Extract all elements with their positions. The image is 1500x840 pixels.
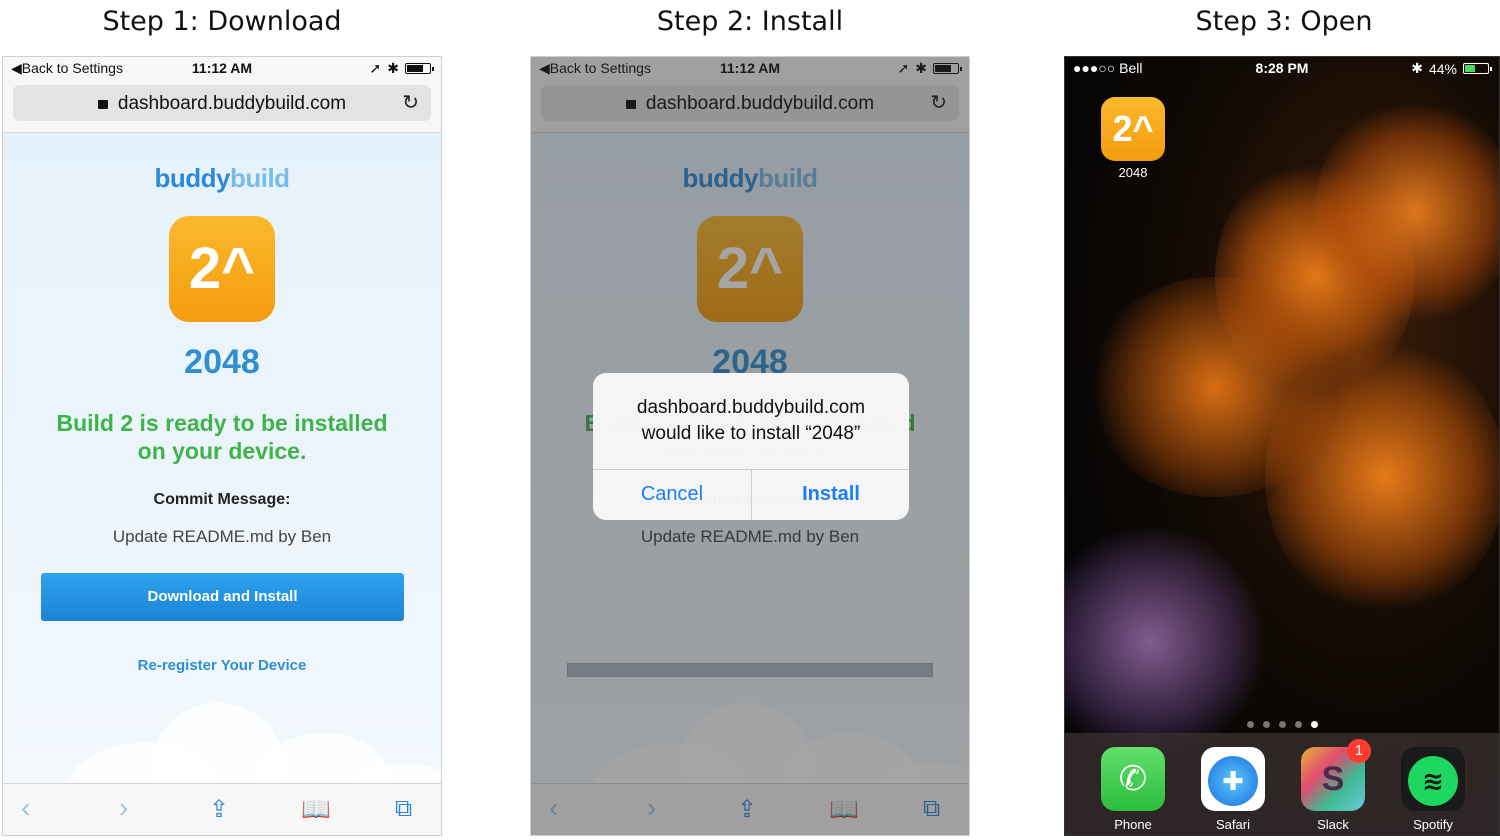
page-dot: [1295, 721, 1302, 728]
battery-icon: [405, 63, 434, 74]
page-dot: [1279, 721, 1286, 728]
wallpaper-flowers: [1315, 97, 1499, 327]
step-1-title: Step 1: Download: [102, 6, 342, 37]
slack-icon: S1: [1301, 739, 1371, 811]
bookmarks-icon[interactable]: 📖: [301, 795, 331, 824]
install-button[interactable]: Install: [752, 469, 909, 520]
phone-step-1: ◀Back to Settings 11:12 AM ➚ ✱ dashboard…: [2, 56, 442, 836]
page-dot-active: [1311, 721, 1318, 728]
app-label: 2048: [1118, 165, 1148, 180]
commit-label: Commit Message:: [153, 491, 291, 508]
cancel-button[interactable]: Cancel: [593, 469, 751, 520]
page-dot: [1263, 721, 1270, 728]
web-content: buddybuild 2^ 2048 Build 2 is ready to b…: [3, 133, 441, 783]
page-dot: [1247, 721, 1254, 728]
battery-percent: 44%: [1428, 60, 1457, 77]
app-icon: 2^: [1101, 97, 1165, 161]
dock: ✆ Phone ✚ Safari S1 Slack ≋ Spotify: [1065, 733, 1499, 835]
alert-message: dashboard.buddybuild.com would like to i…: [593, 395, 909, 447]
url-text: dashboard.buddybuild.com: [117, 93, 347, 114]
reload-icon[interactable]: ↻: [402, 90, 419, 115]
notification-badge: 1: [1347, 739, 1371, 763]
phone-step-2: ◀Back to Settings 11:12 AM ➚ ✱ dashboard…: [530, 56, 970, 836]
commit-message: Update README.md by Ben: [112, 527, 332, 546]
location-icon: ➚: [369, 60, 382, 76]
home-screen: ●●●○○ Bell 8:28 PM ✱ 44% 2^ 2048 ✆ Phone: [1065, 57, 1499, 835]
status-icons: ✱ 44%: [1411, 60, 1492, 77]
safari-toolbar: ‹ › ⇪ 📖 ⧉: [3, 783, 441, 835]
buddybuild-logo: buddybuild: [154, 163, 290, 193]
phone-step-3: ●●●○○ Bell 8:28 PM ✱ 44% 2^ 2048 ✆ Phone: [1064, 56, 1500, 836]
ready-message: Build 2 is ready to be installed on your…: [56, 410, 388, 464]
address-bar[interactable]: dashboard.buddybuild.com ↻: [13, 85, 431, 121]
safari-top-bar: ◀Back to Settings 11:12 AM ➚ ✱ dashboard…: [3, 57, 441, 133]
battery-icon: [1463, 63, 1492, 74]
share-icon[interactable]: ⇪: [209, 795, 229, 824]
dock-label: Safari: [1216, 817, 1250, 832]
bluetooth-icon: ✱: [1411, 60, 1423, 76]
app-2048-icon[interactable]: 2^ 2048: [1101, 97, 1165, 180]
spotify-icon: ≋: [1401, 747, 1465, 811]
alert-message-line-1: dashboard.buddybuild.com: [636, 397, 866, 418]
lock-icon: [97, 100, 108, 109]
safari-icon: ✚: [1201, 747, 1265, 811]
status-icons: ➚ ✱: [369, 60, 434, 77]
app-icon: 2^: [169, 216, 275, 322]
step-3-title: Step 3: Open: [1195, 6, 1373, 37]
dock-app-safari[interactable]: ✚ Safari: [1201, 747, 1265, 832]
wallpaper-flowers: [1265, 337, 1499, 617]
dock-label: Slack: [1317, 817, 1349, 832]
alert-message-line-2: would like to install “2048”: [641, 423, 861, 444]
bluetooth-icon: ✱: [387, 60, 399, 76]
app-name: 2048: [184, 343, 260, 381]
dock-label: Spotify: [1413, 817, 1453, 832]
tabs-icon[interactable]: ⧉: [395, 795, 412, 823]
status-bar: ●●●○○ Bell 8:28 PM ✱ 44%: [1065, 57, 1499, 81]
step-2-title: Step 2: Install: [656, 6, 844, 37]
dock-app-phone[interactable]: ✆ Phone: [1101, 747, 1165, 832]
wallpaper-flowers: [1065, 527, 1265, 757]
phone-icon: ✆: [1101, 747, 1165, 811]
dock-app-spotify[interactable]: ≋ Spotify: [1401, 747, 1465, 832]
page-indicator[interactable]: [1247, 721, 1318, 728]
install-alert-dialog: dashboard.buddybuild.com would like to i…: [593, 373, 909, 520]
forward-arrow-icon[interactable]: ›: [119, 792, 128, 824]
download-install-button[interactable]: Download and Install: [41, 573, 404, 621]
back-arrow-icon[interactable]: ‹: [21, 792, 30, 824]
status-bar: ◀Back to Settings 11:12 AM ➚ ✱: [3, 57, 441, 81]
dock-label: Phone: [1114, 817, 1152, 832]
dock-app-slack[interactable]: S1 Slack: [1301, 739, 1371, 832]
reregister-device-link[interactable]: Re-register Your Device: [3, 657, 441, 674]
